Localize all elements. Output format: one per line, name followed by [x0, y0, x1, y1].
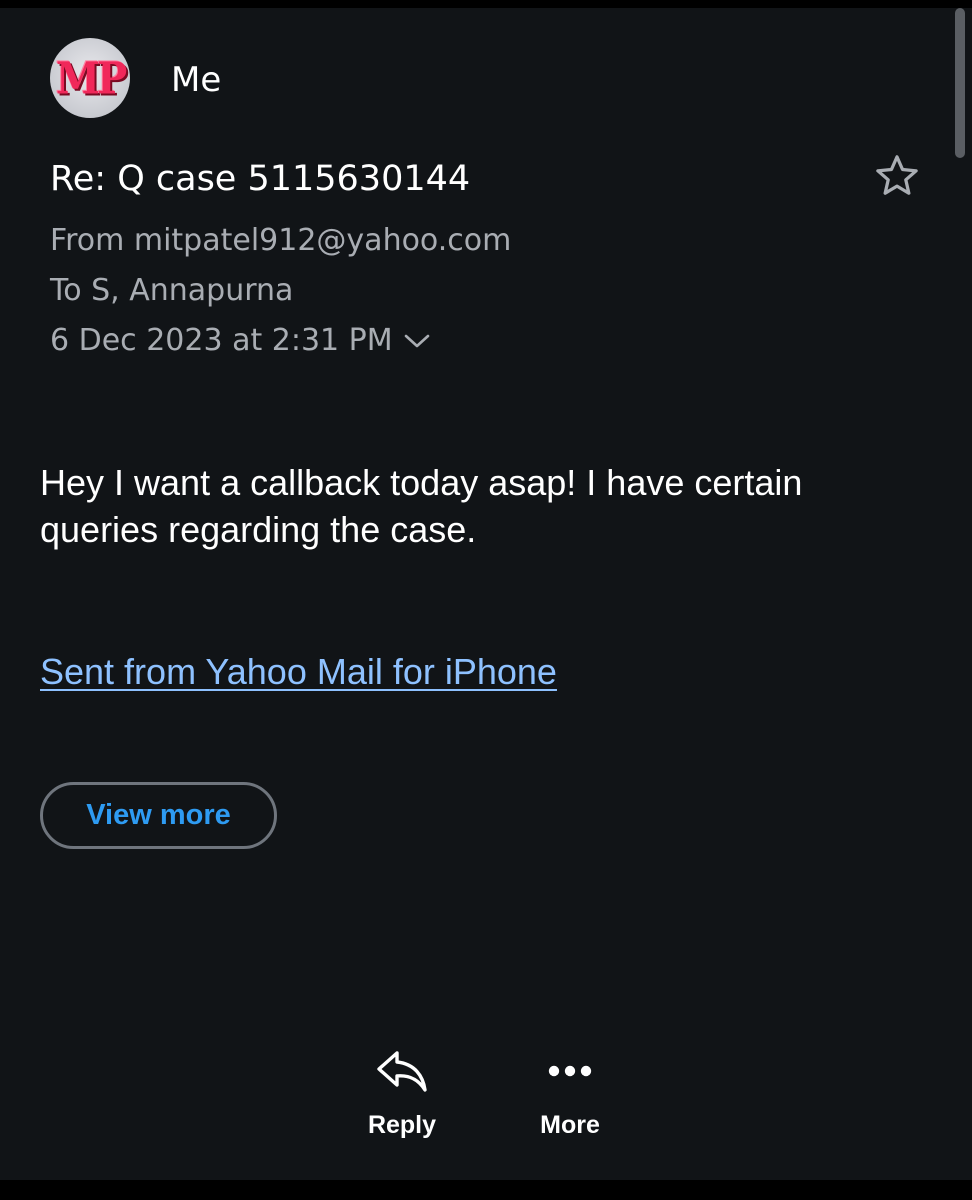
chevron-down-icon	[403, 332, 431, 350]
star-outline-icon	[876, 155, 918, 195]
view-more-button[interactable]: View more	[40, 782, 277, 849]
email-detail-screen: MP Me Re: Q case 5115630144 From mitpate…	[0, 8, 972, 1180]
email-subject: Re: Q case 5115630144	[50, 159, 471, 199]
date-text: 6 Dec 2023 at 2:31 PM	[50, 323, 393, 358]
more-label: More	[540, 1111, 600, 1139]
avatar: MP	[50, 38, 130, 118]
ellipsis-icon	[547, 1046, 593, 1096]
from-line: From mitpatel912@yahoo.com	[50, 223, 512, 258]
signature-link[interactable]: Sent from Yahoo Mail for iPhone	[40, 649, 557, 695]
avatar-initials: MP	[55, 52, 127, 104]
email-body: Hey I want a callback today asap! I have…	[40, 462, 803, 550]
date-toggle[interactable]: 6 Dec 2023 at 2:31 PM	[50, 323, 431, 359]
reply-label: Reply	[367, 1111, 437, 1139]
to-line: To S, Annapurna	[50, 273, 294, 308]
reply-arrow-icon	[375, 1046, 429, 1096]
more-button[interactable]: More	[520, 1046, 620, 1140]
scrollbar[interactable]	[955, 8, 965, 158]
sender-name: Me	[171, 60, 222, 100]
reply-button[interactable]: Reply	[352, 1046, 452, 1140]
star-button[interactable]	[872, 151, 922, 201]
